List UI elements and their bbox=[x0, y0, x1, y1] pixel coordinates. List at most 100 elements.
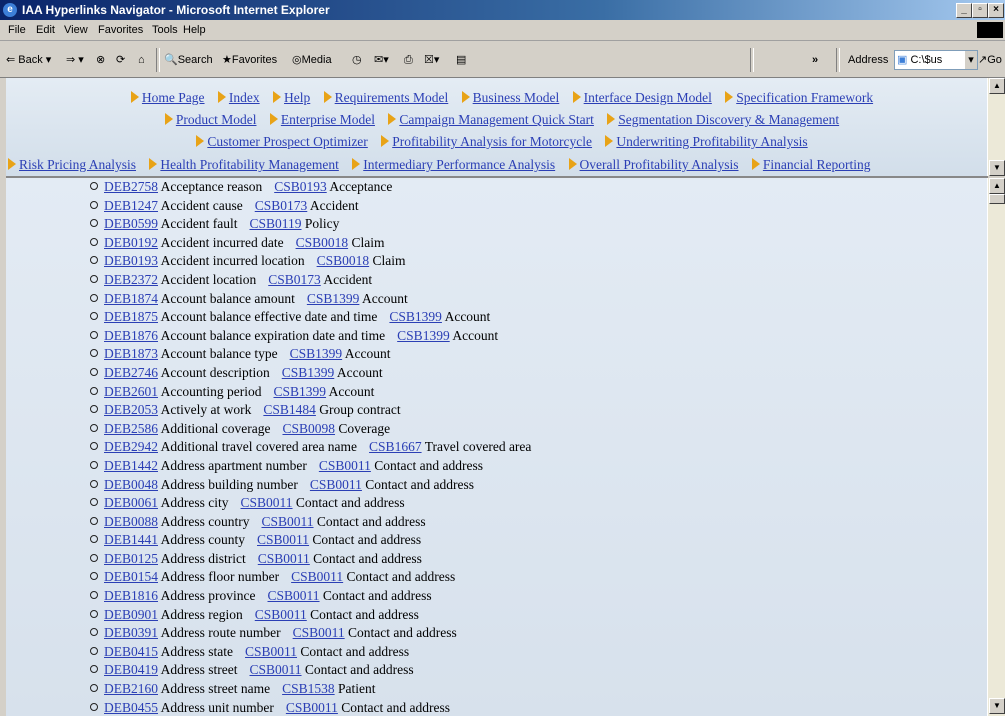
nav-link-customer-prospect-optimizer[interactable]: Customer Prospect Optimizer bbox=[207, 134, 367, 149]
menu-tools[interactable]: Tools bbox=[152, 20, 178, 40]
scroll-thumb[interactable] bbox=[989, 194, 1005, 204]
close-button[interactable]: × bbox=[988, 3, 1004, 18]
deb-link[interactable]: DEB0599 bbox=[104, 216, 158, 231]
menu-favorites[interactable]: Favorites bbox=[98, 20, 143, 40]
deb-link[interactable]: DEB1876 bbox=[104, 328, 158, 343]
csb-link[interactable]: CSB0011 bbox=[291, 569, 343, 584]
csb-link[interactable]: CSB0098 bbox=[282, 421, 335, 436]
csb-link[interactable]: CSB0018 bbox=[317, 253, 370, 268]
nav-link-campaign-management[interactable]: Campaign Management Quick Start bbox=[399, 112, 594, 127]
mail-button[interactable]: ✉▾ bbox=[374, 51, 389, 69]
csb-link[interactable]: CSB1667 bbox=[369, 439, 422, 454]
csb-link[interactable]: CSB0018 bbox=[296, 235, 349, 250]
csb-link[interactable]: CSB0011 bbox=[262, 514, 314, 529]
menu-edit[interactable]: Edit bbox=[36, 20, 55, 40]
csb-link[interactable]: CSB1399 bbox=[307, 291, 360, 306]
nav-link-profitability-motorcycle[interactable]: Profitability Analysis for Motorcycle bbox=[392, 134, 592, 149]
toolbar-chevron[interactable]: » bbox=[812, 51, 818, 69]
entries-frame-scrollbar[interactable]: ▲ ▼ bbox=[987, 178, 1005, 716]
csb-link[interactable]: CSB0011 bbox=[286, 700, 338, 715]
csb-link[interactable]: CSB0011 bbox=[268, 588, 320, 603]
nav-link-underwriting-profitability[interactable]: Underwriting Profitability Analysis bbox=[616, 134, 807, 149]
deb-link[interactable]: DEB2586 bbox=[104, 421, 158, 436]
deb-link[interactable]: DEB0391 bbox=[104, 625, 158, 640]
deb-link[interactable]: DEB1874 bbox=[104, 291, 158, 306]
csb-link[interactable]: CSB0173 bbox=[268, 272, 321, 287]
deb-link[interactable]: DEB0088 bbox=[104, 514, 158, 529]
stop-button[interactable]: ⊗ bbox=[96, 51, 105, 69]
search-button[interactable]: 🔍Search bbox=[164, 51, 213, 69]
deb-link[interactable]: DEB2372 bbox=[104, 272, 158, 287]
deb-link[interactable]: DEB0901 bbox=[104, 607, 158, 622]
nav-link-business-model[interactable]: Business Model bbox=[473, 90, 560, 105]
favorites-button[interactable]: ★Favorites bbox=[222, 51, 277, 69]
csb-link[interactable]: CSB1399 bbox=[282, 365, 335, 380]
csb-link[interactable]: CSB1399 bbox=[389, 309, 442, 324]
maximize-button[interactable]: ▫ bbox=[972, 3, 988, 18]
deb-link[interactable]: DEB2758 bbox=[104, 179, 158, 194]
csb-link[interactable]: CSB1538 bbox=[282, 681, 335, 696]
nav-link-overall-profitability[interactable]: Overall Profitability Analysis bbox=[580, 157, 739, 172]
nav-frame-scrollbar[interactable]: ▲ ▼ bbox=[987, 78, 1005, 176]
home-button[interactable]: ⌂ bbox=[138, 51, 145, 69]
csb-link[interactable]: CSB1399 bbox=[290, 346, 343, 361]
csb-link[interactable]: CSB0193 bbox=[274, 179, 327, 194]
csb-link[interactable]: CSB1484 bbox=[263, 402, 316, 417]
csb-link[interactable]: CSB1399 bbox=[274, 384, 327, 399]
scroll-up-icon[interactable]: ▲ bbox=[989, 178, 1005, 194]
csb-link[interactable]: CSB0011 bbox=[310, 477, 362, 492]
deb-link[interactable]: DEB0125 bbox=[104, 551, 158, 566]
deb-link[interactable]: DEB0419 bbox=[104, 662, 158, 677]
deb-link[interactable]: DEB1816 bbox=[104, 588, 158, 603]
nav-link-risk-pricing[interactable]: Risk Pricing Analysis bbox=[19, 157, 136, 172]
nav-link-segmentation-discovery[interactable]: Segmentation Discovery & Management bbox=[618, 112, 839, 127]
csb-link[interactable]: CSB0011 bbox=[245, 644, 297, 659]
csb-link[interactable]: CSB0173 bbox=[255, 198, 308, 213]
nav-link-enterprise-model[interactable]: Enterprise Model bbox=[281, 112, 375, 127]
deb-link[interactable]: DEB1247 bbox=[104, 198, 158, 213]
deb-link[interactable]: DEB2942 bbox=[104, 439, 158, 454]
discuss-button[interactable]: ▤ bbox=[456, 51, 466, 69]
minimize-button[interactable]: _ bbox=[956, 3, 972, 18]
menu-help[interactable]: Help bbox=[183, 20, 206, 40]
deb-link[interactable]: DEB0154 bbox=[104, 569, 158, 584]
scroll-down-icon[interactable]: ▼ bbox=[989, 698, 1005, 714]
csb-link[interactable]: CSB1399 bbox=[397, 328, 450, 343]
nav-link-interface-design-model[interactable]: Interface Design Model bbox=[584, 90, 712, 105]
deb-link[interactable]: DEB1441 bbox=[104, 532, 158, 547]
history-button[interactable]: ◷ bbox=[352, 51, 362, 69]
deb-link[interactable]: DEB1442 bbox=[104, 458, 158, 473]
deb-link[interactable]: DEB2053 bbox=[104, 402, 158, 417]
nav-link-health-profitability[interactable]: Health Profitability Management bbox=[160, 157, 338, 172]
deb-link[interactable]: DEB1873 bbox=[104, 346, 158, 361]
go-button[interactable]: ↗Go bbox=[978, 51, 1002, 69]
csb-link[interactable]: CSB0011 bbox=[319, 458, 371, 473]
deb-link[interactable]: DEB2601 bbox=[104, 384, 158, 399]
back-button[interactable]: ⇐ Back ▾ bbox=[6, 51, 51, 69]
scroll-up-icon[interactable]: ▲ bbox=[989, 78, 1005, 94]
deb-link[interactable]: DEB0193 bbox=[104, 253, 158, 268]
nav-link-requirements-model[interactable]: Requirements Model bbox=[335, 90, 449, 105]
csb-link[interactable]: CSB0011 bbox=[258, 551, 310, 566]
csb-link[interactable]: CSB0119 bbox=[249, 216, 301, 231]
deb-link[interactable]: DEB0455 bbox=[104, 700, 158, 715]
deb-link[interactable]: DEB0048 bbox=[104, 477, 158, 492]
deb-link[interactable]: DEB0061 bbox=[104, 495, 158, 510]
menu-file[interactable]: File bbox=[8, 20, 26, 40]
nav-link-index[interactable]: Index bbox=[229, 90, 260, 105]
csb-link[interactable]: CSB0011 bbox=[250, 662, 302, 677]
csb-link[interactable]: CSB0011 bbox=[241, 495, 293, 510]
nav-link-intermediary-performance[interactable]: Intermediary Performance Analysis bbox=[363, 157, 555, 172]
deb-link[interactable]: DEB2746 bbox=[104, 365, 158, 380]
csb-link[interactable]: CSB0011 bbox=[255, 607, 307, 622]
deb-link[interactable]: DEB2160 bbox=[104, 681, 158, 696]
menu-view[interactable]: View bbox=[64, 20, 88, 40]
address-dropdown-icon[interactable]: ▾ bbox=[965, 51, 977, 69]
nav-link-financial-reporting[interactable]: Financial Reporting bbox=[763, 157, 871, 172]
nav-link-product-model[interactable]: Product Model bbox=[176, 112, 257, 127]
edit-button[interactable]: ☒▾ bbox=[424, 51, 439, 69]
csb-link[interactable]: CSB0011 bbox=[293, 625, 345, 640]
print-button[interactable]: ⎙ bbox=[404, 51, 413, 69]
address-field[interactable]: ▣ C:\$us ▾ bbox=[894, 50, 978, 70]
deb-link[interactable]: DEB1875 bbox=[104, 309, 158, 324]
